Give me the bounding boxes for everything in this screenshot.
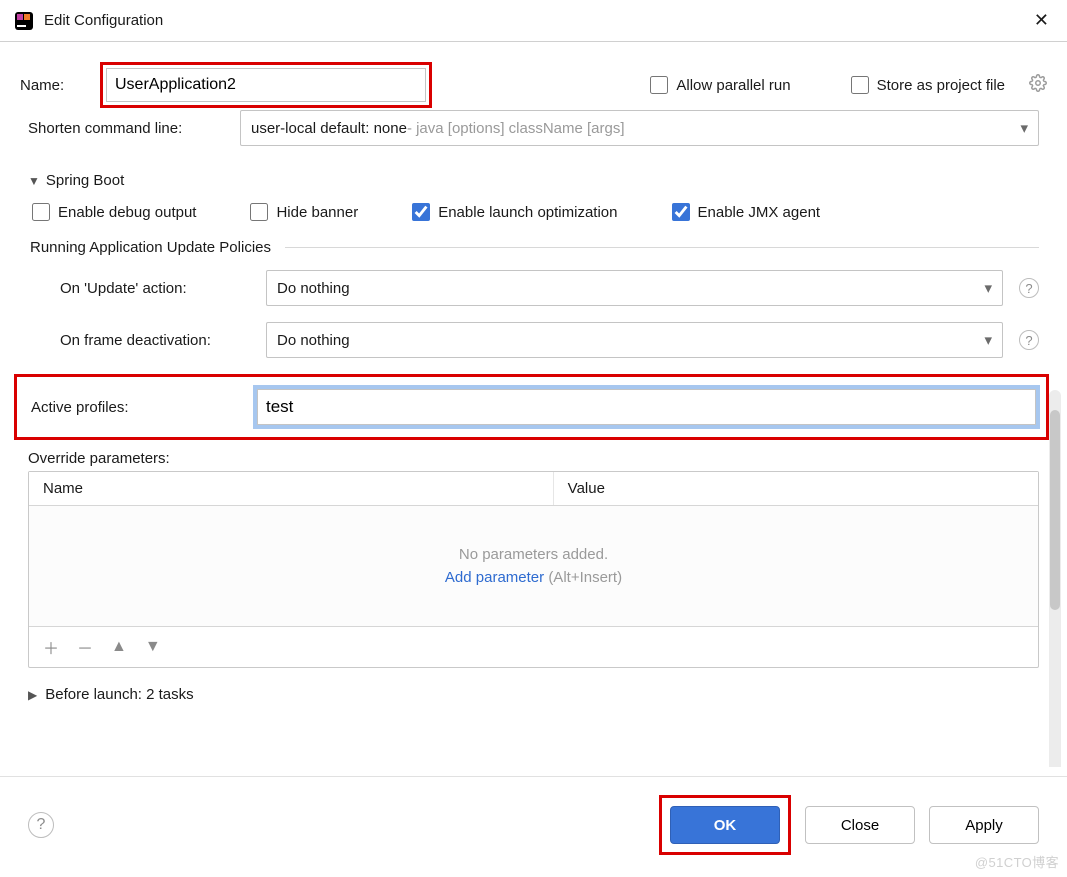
window-title: Edit Configuration (44, 12, 163, 29)
help-icon[interactable]: ? (1019, 330, 1039, 350)
hide-banner-label: Hide banner (276, 204, 358, 221)
chevron-down-icon: ▾ (1020, 119, 1028, 137)
before-launch-label: Before launch: 2 tasks (45, 686, 193, 703)
before-launch-header[interactable]: ▶ Before launch: 2 tasks (28, 686, 1039, 703)
debug-output-label: Enable debug output (58, 204, 196, 221)
override-col-name[interactable]: Name (29, 472, 554, 505)
up-icon[interactable]: ▲ (111, 638, 127, 656)
minus-icon[interactable]: － (77, 635, 93, 659)
override-col-value[interactable]: Value (554, 472, 1038, 505)
chevron-down-icon: ▾ (984, 331, 992, 349)
hide-banner-box[interactable] (250, 203, 268, 221)
debug-output-box[interactable] (32, 203, 50, 221)
on-update-select[interactable]: Do nothing ▾ (266, 270, 1003, 306)
down-icon[interactable]: ▼ (145, 638, 161, 656)
override-empty-msg: No parameters added. (459, 546, 608, 563)
active-profiles-label: Active profiles: (23, 399, 243, 416)
plus-icon[interactable]: ＋ (43, 635, 59, 659)
store-project-box[interactable] (851, 76, 869, 94)
expand-icon: ▶ (28, 688, 37, 702)
on-update-label: On 'Update' action: (60, 280, 250, 297)
on-frame-label: On frame deactivation: (60, 332, 250, 349)
update-policies-legend: Running Application Update Policies (30, 239, 271, 256)
add-parameter-link[interactable]: Add parameter (445, 569, 544, 586)
override-empty-body: No parameters added. Add parameter (Alt+… (29, 506, 1038, 626)
shorten-label: Shorten command line: (28, 120, 228, 137)
on-frame-value: Do nothing (277, 332, 350, 349)
name-label: Name: (20, 77, 80, 94)
spring-boot-header[interactable]: ▼ Spring Boot (28, 172, 1039, 189)
close-icon[interactable]: ✕ (1028, 8, 1055, 33)
active-profiles-input[interactable] (257, 389, 1036, 425)
active-profiles-row: Active profiles: (14, 374, 1049, 440)
chevron-down-icon: ▾ (984, 279, 992, 297)
spring-boot-title: Spring Boot (46, 172, 124, 189)
shorten-row: Shorten command line: user-local default… (28, 110, 1039, 146)
scrollbar[interactable] (1049, 390, 1061, 767)
allow-parallel-checkbox[interactable]: Allow parallel run (650, 76, 790, 94)
allow-parallel-label: Allow parallel run (676, 77, 790, 94)
override-toolbar: ＋ － ▲ ▼ (29, 626, 1038, 667)
apply-button[interactable]: Apply (929, 806, 1039, 844)
button-bar: ? OK Close Apply (0, 776, 1067, 877)
collapse-icon: ▼ (28, 174, 40, 188)
divider (285, 247, 1039, 248)
shorten-select[interactable]: user-local default: none - java [options… (240, 110, 1039, 146)
add-parameter-hint: (Alt+Insert) (548, 569, 622, 586)
app-icon (14, 11, 34, 31)
name-input[interactable] (106, 68, 426, 102)
jmx-agent-checkbox[interactable]: Enable JMX agent (672, 203, 821, 221)
hide-banner-checkbox[interactable]: Hide banner (250, 203, 358, 221)
launch-opt-checkbox[interactable]: Enable launch optimization (412, 203, 617, 221)
launch-opt-label: Enable launch optimization (438, 204, 617, 221)
launch-opt-box[interactable] (412, 203, 430, 221)
shorten-value-suffix: - java [options] className [args] (407, 120, 625, 137)
help-icon[interactable]: ? (1019, 278, 1039, 298)
jmx-agent-box[interactable] (672, 203, 690, 221)
ok-button[interactable]: OK (670, 806, 780, 844)
store-project-label: Store as project file (877, 77, 1005, 94)
debug-output-checkbox[interactable]: Enable debug output (32, 203, 196, 221)
titlebar: Edit Configuration ✕ (0, 0, 1067, 42)
scrollbar-thumb[interactable] (1050, 410, 1060, 610)
help-icon[interactable]: ? (28, 812, 54, 838)
update-policies: Running Application Update Policies On '… (30, 239, 1039, 358)
close-button[interactable]: Close (805, 806, 915, 844)
gear-icon[interactable] (1029, 74, 1047, 96)
allow-parallel-box[interactable] (650, 76, 668, 94)
store-project-checkbox[interactable]: Store as project file (851, 76, 1005, 94)
override-title: Override parameters: (28, 450, 1039, 467)
on-update-value: Do nothing (277, 280, 350, 297)
override-table: Name Value No parameters added. Add para… (28, 471, 1039, 668)
jmx-agent-label: Enable JMX agent (698, 204, 821, 221)
on-frame-select[interactable]: Do nothing ▾ (266, 322, 1003, 358)
shorten-value-prefix: user-local default: none (251, 120, 407, 137)
